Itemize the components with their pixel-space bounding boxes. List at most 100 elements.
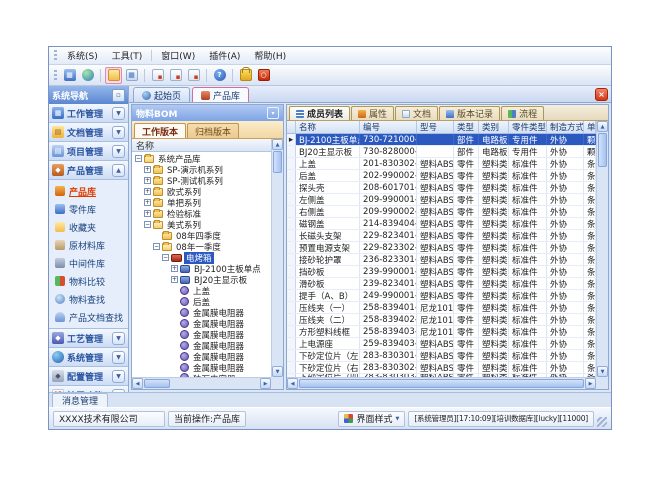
scroll-thumb[interactable] (598, 133, 607, 167)
open-folder-button[interactable] (105, 67, 122, 84)
expand-icon[interactable]: + (144, 210, 151, 217)
tree-node[interactable]: +SP-演示机系列 (132, 164, 271, 175)
collapse-icon[interactable]: − (153, 243, 160, 250)
scroll-right-icon[interactable]: ▶ (260, 378, 271, 389)
tree-node[interactable]: 上盖 (132, 285, 271, 296)
scroll-thumb[interactable] (299, 379, 584, 388)
table-row[interactable]: 预置电源支架229-823302-00E塑料ABS零件塑料类标准件外协条 (287, 242, 596, 254)
collapse-icon[interactable]: − (162, 254, 169, 261)
scroll-right-icon[interactable]: ▶ (585, 378, 596, 389)
table-row[interactable]: 磁钢盖214-839404-01E塑料ABS零件塑料类标准件外协条 (287, 218, 596, 230)
tree-node[interactable]: 后盖 (132, 296, 271, 307)
table-row[interactable]: 挡砂板239-990001-01E塑料ABS零件塑料类标准件外协条 (287, 266, 596, 278)
table-row[interactable]: 下砂定位片（右）283-830302-00E塑料ABS零件塑料类标准件外协条 (287, 362, 596, 374)
table-row[interactable]: 方形塑料线框258-839403-00E尼龙1010零件塑料类标准件外协条 (287, 326, 596, 338)
tree-node[interactable]: +单把系列 (132, 197, 271, 208)
scroll-up-icon[interactable]: ▲ (597, 121, 608, 132)
menu-item[interactable]: 工具(T) (105, 47, 150, 64)
tree-node[interactable]: +BJ20主显示板 (132, 274, 271, 285)
table-row[interactable]: 压线夹（二）258-839402-00E尼龙1010零件塑料类标准件外协条 (287, 314, 596, 326)
sidebar-section-craft[interactable]: 工艺管理▼ (49, 329, 128, 348)
tree-node[interactable]: −电烤箱 (132, 252, 271, 263)
help-button[interactable] (211, 67, 228, 84)
panel-menu-button[interactable]: ▾ (267, 107, 279, 119)
column-header[interactable]: 类型 (454, 121, 479, 133)
collapse-icon[interactable]: − (135, 155, 142, 162)
table-row[interactable]: 上盖201-830302-00E塑料ABS零件塑料类标准件外协条 (287, 158, 596, 170)
column-header[interactable]: 型号 (417, 121, 454, 133)
sidebar-item[interactable]: 产品文档查找 (49, 308, 128, 326)
chevron-down-icon[interactable]: ▼ (112, 351, 125, 364)
tab-members[interactable]: 成员列表 (289, 106, 350, 120)
table-row[interactable]: 右侧盖209-990002-01E塑料ABS零件塑料类标准件外协条 (287, 206, 596, 218)
power-button[interactable] (255, 67, 272, 84)
column-header[interactable]: 单位 (584, 121, 596, 133)
message-manager-tab[interactable]: 消息管理 (52, 393, 108, 407)
report-edit-button[interactable] (167, 67, 184, 84)
tab-flow[interactable]: 流程 (501, 106, 544, 120)
resize-grip[interactable] (597, 417, 607, 427)
expand-icon[interactable]: + (144, 177, 151, 184)
version-tab[interactable]: 工作版本 (134, 123, 186, 138)
expand-icon[interactable]: + (144, 188, 151, 195)
tree-node[interactable]: +检验标准 (132, 208, 271, 219)
table-vertical-scrollbar[interactable]: ▲ ▼ (596, 121, 608, 377)
collapse-icon[interactable]: − (144, 221, 151, 228)
sidebar-section-docs[interactable]: 文档管理▼ (49, 123, 128, 142)
sidebar-section-config[interactable]: 配置管理▼ (49, 367, 128, 386)
column-header[interactable]: 类别 (479, 121, 509, 133)
tree-node[interactable]: 金属膜电阻器 (132, 340, 271, 351)
sidebar-item[interactable]: 中间件库 (49, 254, 128, 272)
chevron-down-icon[interactable]: ▼ (112, 332, 125, 345)
sidebar-section-system[interactable]: 系统管理▼ (49, 348, 128, 367)
globe-button[interactable] (79, 67, 96, 84)
doc-tab-start[interactable]: 起始页 (133, 87, 190, 102)
table-row[interactable]: 压线夹（一）258-839401-00E尼龙1010零件塑料类标准件外协条 (287, 302, 596, 314)
scroll-left-icon[interactable]: ◀ (287, 378, 298, 389)
table-row[interactable]: 左侧盖209-990001-01E塑料ABS零件塑料类标准件外协条 (287, 194, 596, 206)
table-row[interactable]: 提手（A、B）249-990001-01E塑料ABS零件塑料类标准件外协条 (287, 290, 596, 302)
tree-node[interactable]: 08年四季度 (132, 230, 271, 241)
doc-tab-product-lib[interactable]: 产品库 (192, 87, 249, 102)
table-row[interactable]: 下砂定位片（左）283-830301-00E塑料ABS零件塑料类标准件外协条 (287, 350, 596, 362)
computer-button[interactable] (61, 67, 78, 84)
table-row[interactable]: 探头壳208-601701-01E塑料ABS零件塑料类标准件外协条 (287, 182, 596, 194)
sidebar-item[interactable]: 物料比较 (49, 272, 128, 290)
table-row[interactable]: 滑砂板239-823401-00E塑料ABS零件塑料类标准件外协条 (287, 278, 596, 290)
chevron-down-icon[interactable]: ▼ (112, 107, 125, 120)
sidebar-section-work[interactable]: 工作管理▼ (49, 104, 128, 123)
tree-node[interactable]: 金属膜电阻器 (132, 329, 271, 340)
chevron-down-icon[interactable]: ▼ (112, 370, 125, 383)
sidebar-item[interactable]: 零件库 (49, 200, 128, 218)
tab-properties[interactable]: 属性 (351, 106, 394, 120)
table-horizontal-scrollbar[interactable]: ◀ ▶ (287, 377, 596, 389)
sidebar-menu-button[interactable]: ▫ (112, 89, 125, 102)
tree-node[interactable]: −系统产品库 (132, 153, 271, 164)
scroll-down-icon[interactable]: ▼ (597, 366, 608, 377)
table-row[interactable]: 上电源座259-839403-00E塑料ABS零件塑料类标准件外协条 (287, 338, 596, 350)
tree-node[interactable]: 金属膜电阻器 (132, 307, 271, 318)
scroll-thumb[interactable] (273, 151, 282, 173)
sidebar-item[interactable]: 物料查找 (49, 290, 128, 308)
menu-item[interactable]: 窗口(W) (154, 47, 202, 64)
grid-button[interactable] (123, 67, 140, 84)
report-delete-button[interactable] (185, 67, 202, 84)
menu-item[interactable]: 系统(S) (60, 47, 105, 64)
ui-style-dropdown[interactable]: 界面样式 ▼ (338, 411, 405, 427)
tree-node[interactable]: 金属膜电阻器 (132, 351, 271, 362)
sidebar-item[interactable]: 产品库 (49, 182, 128, 200)
sidebar-section-product[interactable]: 产品管理▲ (49, 161, 128, 180)
chevron-up-icon[interactable]: ▲ (112, 164, 125, 177)
table-row[interactable]: BJ20主显示板730-828000-04E部件电路板专用件外协颗 (287, 146, 596, 158)
table-row[interactable]: 后盖202-990002-01E塑料ABS零件塑料类标准件外协条 (287, 170, 596, 182)
drag-grip[interactable] (54, 50, 57, 61)
scroll-up-icon[interactable]: ▲ (272, 139, 283, 150)
tree-node[interactable]: −美式系列 (132, 219, 271, 230)
chevron-down-icon[interactable]: ▼ (112, 126, 125, 139)
table-row[interactable]: ▸BJ-2100主板单点730-721000-12E部件电路板专用件外协颗 (287, 134, 596, 146)
column-header[interactable]: 零件类型 (509, 121, 547, 133)
tree-node[interactable]: +欧式系列 (132, 186, 271, 197)
chevron-down-icon[interactable]: ▼ (112, 145, 125, 158)
report-new-button[interactable] (149, 67, 166, 84)
close-tab-button[interactable]: × (595, 88, 608, 101)
